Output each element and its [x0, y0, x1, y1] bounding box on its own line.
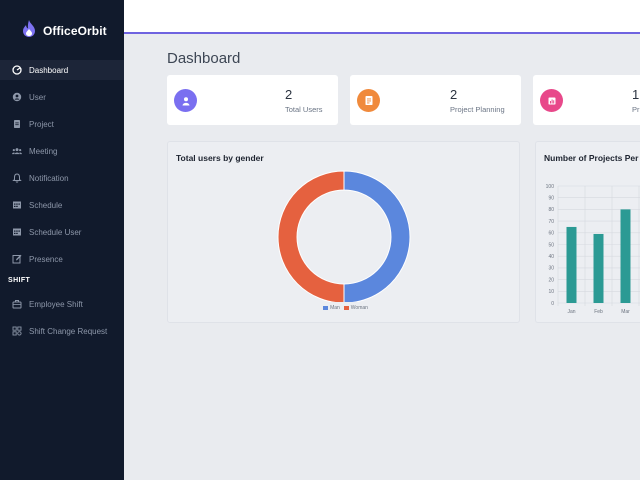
y-tick-label: 60 — [548, 231, 554, 237]
stat-card-third[interactable]: 1 Pr — [533, 75, 640, 125]
y-tick-label: 90 — [548, 196, 554, 202]
y-tick-label: 40 — [548, 254, 554, 260]
user-icon — [174, 89, 197, 112]
y-tick-label: 50 — [548, 242, 554, 248]
y-tick-label: 100 — [546, 184, 555, 190]
calendar-user-icon — [12, 227, 22, 237]
bar-jan[interactable] — [566, 226, 577, 303]
top-bar — [124, 0, 640, 34]
clipboard-icon — [12, 119, 22, 129]
grid-icon — [12, 326, 22, 336]
gender-donut-chart — [277, 170, 411, 302]
sidebar-item-schedule[interactable]: Schedule — [0, 195, 124, 215]
legend-swatch-woman — [343, 306, 349, 310]
sidebar-item-shift-change-request[interactable]: Shift Change Request — [0, 321, 124, 341]
sidebar-item-label: Employee Shift — [29, 299, 83, 309]
stat-label: Pr — [632, 105, 640, 114]
projects-bar-chart: 0 10 20 30 40 50 60 70 80 90 100 Jan Feb Mar — [546, 184, 640, 315]
y-tick-label: 10 — [548, 289, 554, 295]
legend-swatch-man — [323, 306, 329, 310]
sidebar-item-project[interactable]: Project — [0, 114, 124, 134]
legend-label-woman[interactable]: Woman — [351, 305, 368, 311]
sidebar-section-shift: SHIFT — [8, 277, 31, 284]
y-tick-label: 20 — [548, 277, 554, 283]
y-tick-label: 70 — [548, 219, 554, 225]
sidebar-item-meeting[interactable]: Meeting — [0, 141, 124, 161]
report-icon — [540, 89, 563, 112]
clipboard-icon — [357, 89, 380, 112]
sidebar-item-dashboard[interactable]: Dashboard — [0, 60, 124, 80]
x-tick-label: Mar — [621, 309, 630, 315]
gender-chart-legend: Man Woman — [168, 305, 519, 311]
flame-logo-icon — [22, 20, 36, 42]
sidebar-item-label: Schedule — [29, 200, 63, 210]
y-tick-label: 30 — [548, 266, 554, 272]
sidebar: OfficeOrbit Dashboard User Project Meeti… — [0, 0, 124, 480]
sidebar-item-user[interactable]: User — [0, 87, 124, 107]
x-tick-label: Feb — [594, 309, 603, 315]
sidebar-item-presence[interactable]: Presence — [0, 249, 124, 269]
users-icon — [12, 146, 22, 156]
stat-label: Total Users — [285, 105, 323, 114]
sidebar-item-label: User — [29, 92, 46, 102]
sidebar-item-notification[interactable]: Notification — [0, 168, 124, 188]
edit-icon — [12, 254, 22, 264]
sidebar-item-label: Presence — [29, 254, 63, 264]
x-tick-label: Jan — [567, 309, 575, 315]
legend-label-man[interactable]: Man — [330, 305, 340, 311]
bar-mar[interactable] — [620, 209, 631, 303]
sidebar-item-label: Shift Change Request — [29, 326, 108, 336]
sidebar-item-label: Notification — [29, 173, 69, 183]
sidebar-item-label: Dashboard — [29, 65, 69, 75]
stat-value: 2 — [285, 87, 293, 102]
projects-chart-panel: Number of Projects Per Y 0 10 20 30 40 50 60 70… — [535, 141, 640, 323]
brand[interactable]: OfficeOrbit — [22, 20, 107, 42]
app-name: OfficeOrbit — [43, 24, 107, 38]
bar-feb[interactable] — [593, 233, 604, 303]
y-tick-label: 80 — [548, 207, 554, 213]
bell-icon — [12, 173, 22, 183]
y-tick-label: 0 — [551, 301, 554, 307]
sidebar-item-employee-shift[interactable]: Employee Shift — [0, 294, 124, 314]
sidebar-item-label: Project — [29, 119, 54, 129]
sidebar-item-label: Schedule User — [29, 227, 82, 237]
stat-card-project-planning[interactable]: 2 Project Planning — [350, 75, 521, 125]
stat-value: 2 — [450, 87, 458, 102]
stat-label: Project Planning — [450, 105, 505, 114]
page-title: Dashboard — [167, 50, 241, 67]
dashboard-icon — [12, 65, 22, 75]
calendar-icon — [12, 200, 22, 210]
stat-card-total-users[interactable]: 2 Total Users — [167, 75, 338, 125]
gender-chart-panel: Total users by gender Man Woman — [167, 141, 520, 323]
sidebar-item-schedule-user[interactable]: Schedule User — [0, 222, 124, 242]
donut-slice-woman[interactable] — [277, 170, 345, 302]
user-icon — [12, 92, 22, 102]
donut-slice-man[interactable] — [343, 170, 411, 302]
briefcase-icon — [12, 299, 22, 309]
sidebar-item-label: Meeting — [29, 146, 58, 156]
